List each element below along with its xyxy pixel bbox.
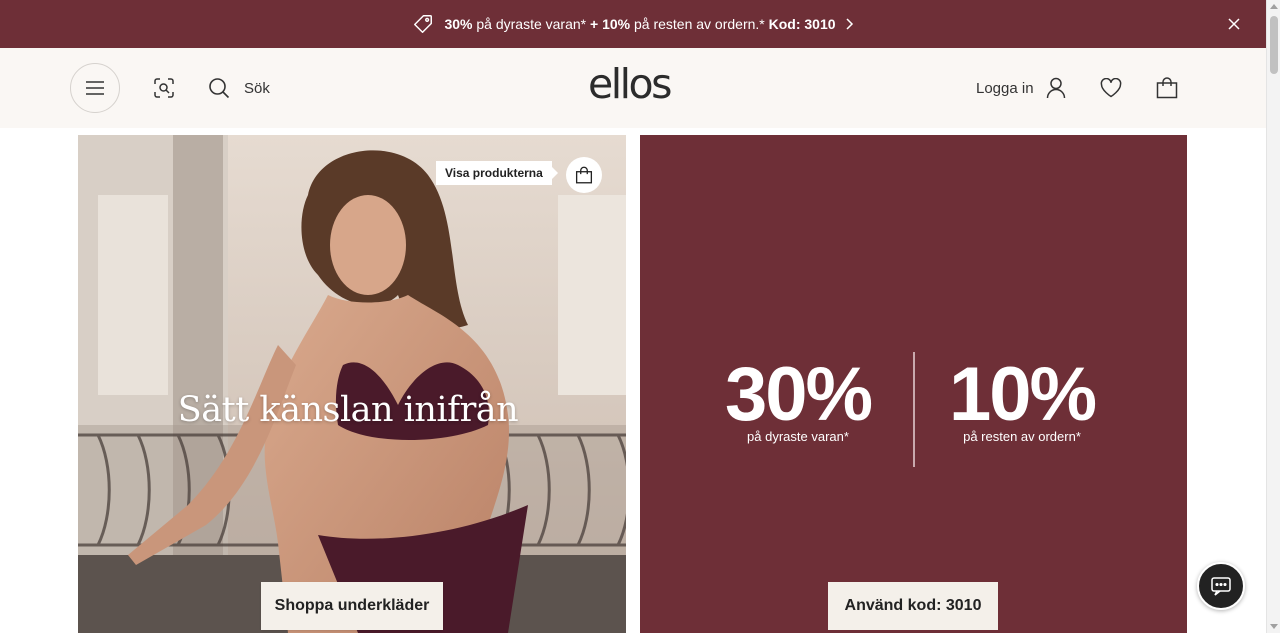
login-button[interactable]: Logga in bbox=[976, 76, 1066, 100]
scroll-thumb[interactable] bbox=[1270, 16, 1278, 74]
view-products-button[interactable] bbox=[566, 157, 602, 193]
hero-offer[interactable]: 30% på dyraste varan* 10% på resten av o… bbox=[640, 135, 1187, 633]
user-icon bbox=[1046, 77, 1066, 99]
offer-desc: på resten av ordern* bbox=[963, 429, 1081, 444]
offer-percent: 10% bbox=[948, 352, 1097, 437]
close-icon[interactable] bbox=[1224, 14, 1244, 34]
offer-percent: 30% bbox=[724, 352, 873, 437]
login-label: Logga in bbox=[976, 79, 1034, 97]
favorites-button[interactable] bbox=[1099, 76, 1123, 100]
bag-icon bbox=[1156, 77, 1178, 99]
use-code-button[interactable]: Använd kod: 3010 bbox=[828, 582, 998, 630]
chat-button[interactable] bbox=[1197, 562, 1245, 610]
offer-divider bbox=[913, 352, 915, 467]
chevron-right-icon[interactable] bbox=[844, 17, 854, 31]
offer-resten: 10% på resten av ordern* bbox=[938, 352, 1106, 445]
scroll-down-icon[interactable] bbox=[1270, 624, 1278, 629]
bag-icon bbox=[575, 166, 593, 184]
ellos-logo[interactable]: ellos bbox=[588, 60, 672, 108]
scrollbar[interactable] bbox=[1266, 0, 1280, 633]
heart-icon bbox=[1100, 78, 1122, 98]
chat-icon bbox=[1211, 577, 1231, 596]
hero-title: Sätt känslan inifrån bbox=[177, 390, 519, 430]
visual-search-icon bbox=[154, 78, 174, 98]
search-field[interactable]: Sök bbox=[208, 76, 270, 100]
hero-lingerie[interactable]: Sätt känslan inifrån Visa produkterna Sh… bbox=[78, 135, 626, 633]
promo-banner[interactable]: 30% på dyraste varan* + 10% på resten av… bbox=[0, 0, 1266, 48]
hero-photo bbox=[78, 135, 626, 633]
menu-button[interactable] bbox=[70, 63, 120, 113]
cart-button[interactable] bbox=[1155, 76, 1179, 100]
offer-dyraste: 30% på dyraste varan* bbox=[708, 352, 888, 445]
visual-search-button[interactable] bbox=[152, 76, 176, 100]
shop-lingerie-button[interactable]: Shoppa underkläder bbox=[261, 582, 443, 630]
search-icon bbox=[209, 78, 230, 99]
view-products-tag[interactable]: Visa produkterna bbox=[436, 161, 558, 185]
scroll-up-icon[interactable] bbox=[1270, 4, 1278, 9]
tag-icon bbox=[412, 13, 434, 35]
search-label: Sök bbox=[244, 79, 270, 97]
menu-icon bbox=[86, 81, 104, 95]
promo-text: 30% på dyraste varan* + 10% på resten av… bbox=[444, 16, 836, 32]
site-header: Sök ellos Logga in bbox=[0, 48, 1266, 128]
